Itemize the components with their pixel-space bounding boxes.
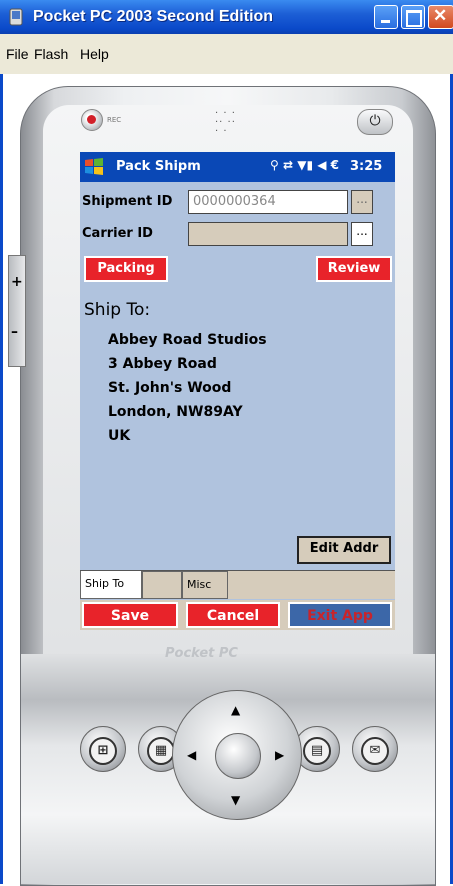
shipment-browse-button[interactable]: ... bbox=[351, 190, 373, 214]
address-line: St. John's Wood bbox=[108, 380, 232, 396]
minimize-button[interactable] bbox=[374, 5, 398, 29]
clock[interactable]: 3:25 bbox=[350, 159, 382, 174]
side-volume-buttons: + – bbox=[8, 255, 26, 367]
cancel-button[interactable]: Cancel bbox=[186, 602, 280, 628]
menu-flash[interactable]: Flash bbox=[34, 46, 68, 62]
speaker-grille: · · · ·· ·· · · bbox=[215, 108, 236, 137]
shipment-id-field[interactable]: 0000000364 bbox=[188, 190, 348, 214]
status-bar: Pack Shipm ⚲ ⇄ ▼▮ ◀ € 3:25 bbox=[80, 152, 395, 182]
volume-down-button[interactable]: – bbox=[11, 324, 18, 340]
carrier-id-field[interactable] bbox=[188, 222, 348, 246]
record-button[interactable] bbox=[81, 109, 103, 131]
app-title: Pack Shipm bbox=[116, 159, 201, 174]
carrier-browse-button[interactable]: ... bbox=[351, 222, 373, 246]
tab-ship-to[interactable]: Ship To bbox=[80, 571, 142, 599]
tab-blank[interactable] bbox=[142, 571, 182, 599]
dpad[interactable]: ▲ ▼ ◀ ▶ bbox=[172, 690, 302, 820]
menu-file[interactable]: File bbox=[6, 46, 29, 62]
rec-label: REC bbox=[107, 116, 122, 124]
bottom-action-bar: Save Cancel Exit App bbox=[80, 600, 395, 630]
menubar: File Flash Help bbox=[0, 34, 453, 74]
volume-up-button[interactable]: + bbox=[11, 274, 23, 290]
dpad-down-icon[interactable]: ▼ bbox=[231, 793, 240, 807]
close-button[interactable] bbox=[428, 5, 453, 29]
calendar-hw-button[interactable]: ⊞ bbox=[80, 726, 126, 772]
carrier-id-label: Carrier ID bbox=[82, 226, 153, 241]
window-titlebar: Pocket PC 2003 Second Edition bbox=[0, 0, 453, 34]
app-icon bbox=[9, 8, 23, 26]
save-button[interactable]: Save bbox=[82, 602, 178, 628]
exit-app-button[interactable]: Exit App bbox=[288, 602, 392, 628]
inbox-hw-button[interactable]: ✉ bbox=[352, 726, 398, 772]
review-button[interactable]: Review bbox=[316, 256, 392, 282]
book-icon: ▤ bbox=[303, 737, 331, 765]
connectivity-icon[interactable]: ⚲ bbox=[270, 158, 279, 172]
volume-icon[interactable]: ◀ € bbox=[317, 158, 339, 172]
dpad-left-icon[interactable]: ◀ bbox=[187, 748, 196, 762]
windows-start-icon[interactable] bbox=[83, 156, 105, 178]
dpad-center-button[interactable] bbox=[215, 733, 261, 779]
edit-address-button[interactable]: Edit Addr bbox=[297, 536, 391, 564]
dpad-right-icon[interactable]: ▶ bbox=[275, 748, 284, 762]
ship-to-heading: Ship To: bbox=[84, 300, 151, 320]
window-title: Pocket PC 2003 Second Edition bbox=[33, 8, 274, 25]
tab-strip: Ship To Misc bbox=[80, 570, 395, 599]
packing-button[interactable]: Packing bbox=[84, 256, 168, 282]
grid-icon: ▦ bbox=[147, 737, 175, 765]
windows-logo-icon: ⊞ bbox=[89, 737, 117, 765]
address-line: London, NW89AY bbox=[108, 404, 243, 420]
menu-help[interactable]: Help bbox=[80, 46, 109, 62]
maximize-button[interactable] bbox=[401, 5, 425, 29]
address-line: 3 Abbey Road bbox=[108, 356, 217, 372]
address-line: Abbey Road Studios bbox=[108, 332, 267, 348]
power-button[interactable]: ⏻ bbox=[357, 109, 393, 135]
power-icon: ⏻ bbox=[369, 113, 381, 129]
sync-arrows-icon[interactable]: ⇄ bbox=[283, 158, 293, 172]
device-screen: Pack Shipm ⚲ ⇄ ▼▮ ◀ € 3:25 Shipment ID 0… bbox=[80, 152, 395, 630]
mail-icon: ✉ bbox=[361, 737, 389, 765]
signal-icon[interactable]: ▼▮ bbox=[297, 158, 313, 172]
status-icons: ⚲ ⇄ ▼▮ ◀ € bbox=[270, 158, 339, 172]
pocketpc-logo: Pocket PC bbox=[165, 646, 238, 661]
address-line: UK bbox=[108, 428, 131, 444]
dpad-up-icon[interactable]: ▲ bbox=[231, 703, 240, 717]
window-border-left bbox=[0, 74, 3, 884]
shipment-id-label: Shipment ID bbox=[82, 194, 173, 209]
tab-misc[interactable]: Misc bbox=[182, 571, 228, 599]
